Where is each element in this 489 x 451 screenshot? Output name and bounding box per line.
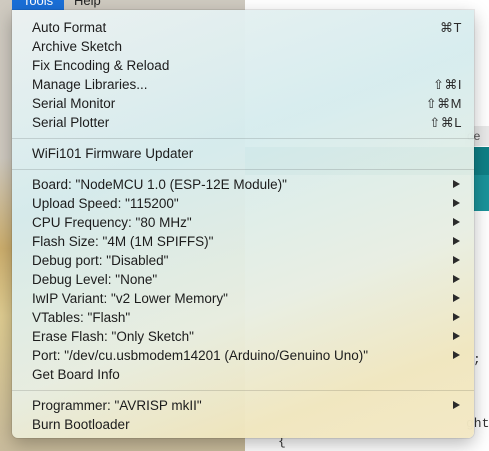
- submenu-arrow-icon: [453, 237, 460, 245]
- menu-item-port[interactable]: Port: "/dev/cu.usbmodem14201 (Arduino/Ge…: [12, 346, 474, 365]
- menu-item-label: IwIP Variant: "v2 Lower Memory": [32, 291, 228, 306]
- menu-item-serial-plotter[interactable]: Serial Plotter ⇧⌘L: [12, 113, 474, 132]
- menu-item-label: Board: "NodeMCU 1.0 (ESP-12E Module)": [32, 177, 287, 192]
- menu-help[interactable]: Help: [74, 0, 101, 10]
- submenu-arrow-icon: [453, 218, 460, 226]
- menu-item-vtables[interactable]: VTables: "Flash": [12, 308, 474, 327]
- shortcut-label: ⌘T: [440, 20, 462, 35]
- menu-item-label: Port: "/dev/cu.usbmodem14201 (Arduino/Ge…: [32, 348, 369, 363]
- menu-item-upload-speed[interactable]: Upload Speed: "115200": [12, 194, 474, 213]
- menu-item-erase-flash[interactable]: Erase Flash: "Only Sketch": [12, 327, 474, 346]
- shortcut-label: ⇧⌘I: [432, 77, 462, 92]
- submenu-arrow-icon: [453, 332, 460, 340]
- menu-item-label: Flash Size: "4M (1M SPIFFS)": [32, 234, 214, 249]
- menu-item-label: Serial Monitor: [32, 96, 116, 111]
- menu-item-label: VTables: "Flash": [32, 310, 131, 325]
- menu-item-debug-port[interactable]: Debug port: "Disabled": [12, 251, 474, 270]
- submenu-arrow-icon: [453, 199, 460, 207]
- menu-separator: [12, 390, 474, 391]
- submenu-arrow-icon: [453, 256, 460, 264]
- menu-item-label: Programmer: "AVRISP mkII": [32, 398, 202, 413]
- menu-item-cpu-frequency[interactable]: CPU Frequency: "80 MHz": [12, 213, 474, 232]
- menu-item-fix-encoding[interactable]: Fix Encoding & Reload: [12, 56, 474, 75]
- menu-item-label: Upload Speed: "115200": [32, 196, 179, 211]
- menu-item-flash-size[interactable]: Flash Size: "4M (1M SPIFFS)": [12, 232, 474, 251]
- menu-separator: [12, 138, 474, 139]
- shortcut-label: ⇧⌘L: [429, 115, 462, 130]
- menu-item-lwip-variant[interactable]: IwIP Variant: "v2 Lower Memory": [12, 289, 474, 308]
- menu-item-auto-format[interactable]: Auto Format ⌘T: [12, 18, 474, 37]
- menu-item-debug-level[interactable]: Debug Level: "None": [12, 270, 474, 289]
- menu-item-programmer[interactable]: Programmer: "AVRISP mkII": [12, 396, 474, 415]
- menu-item-label: Burn Bootloader: [32, 417, 130, 432]
- menu-item-label: WiFi101 Firmware Updater: [32, 146, 194, 161]
- shortcut-label: ⇧⌘M: [425, 96, 462, 111]
- menu-item-label: Get Board Info: [32, 367, 120, 382]
- menu-tools[interactable]: Tools: [12, 0, 64, 10]
- menu-item-label: Manage Libraries...: [32, 77, 148, 92]
- submenu-arrow-icon: [453, 313, 460, 321]
- menu-item-get-board-info[interactable]: Get Board Info: [12, 365, 474, 384]
- menu-item-label: Archive Sketch: [32, 39, 123, 54]
- menu-item-board[interactable]: Board: "NodeMCU 1.0 (ESP-12E Module)": [12, 175, 474, 194]
- menu-item-manage-libraries[interactable]: Manage Libraries... ⇧⌘I: [12, 75, 474, 94]
- menu-item-label: Debug Level: "None": [32, 272, 158, 287]
- submenu-arrow-icon: [453, 275, 460, 283]
- tools-dropdown-menu: Auto Format ⌘T Archive Sketch Fix Encodi…: [12, 10, 474, 438]
- code-fragment-semicolon: ;: [473, 352, 481, 367]
- menu-item-label: Erase Flash: "Only Sketch": [32, 329, 194, 344]
- menu-item-wifi101-updater[interactable]: WiFi101 Firmware Updater: [12, 144, 474, 163]
- menu-item-burn-bootloader[interactable]: Burn Bootloader: [12, 415, 474, 434]
- menu-item-label: Serial Plotter: [32, 115, 110, 130]
- menu-item-label: CPU Frequency: "80 MHz": [32, 215, 192, 230]
- submenu-arrow-icon: [453, 294, 460, 302]
- menu-item-label: Debug port: "Disabled": [32, 253, 169, 268]
- menu-item-serial-monitor[interactable]: Serial Monitor ⇧⌘M: [12, 94, 474, 113]
- submenu-arrow-icon: [453, 401, 460, 409]
- menu-item-label: Fix Encoding & Reload: [32, 58, 170, 73]
- menu-bar: Tools Help: [0, 0, 489, 10]
- menu-item-label: Auto Format: [32, 20, 107, 35]
- menu-separator: [12, 169, 474, 170]
- submenu-arrow-icon: [453, 180, 460, 188]
- submenu-arrow-icon: [453, 351, 460, 359]
- menu-item-archive-sketch[interactable]: Archive Sketch: [12, 37, 474, 56]
